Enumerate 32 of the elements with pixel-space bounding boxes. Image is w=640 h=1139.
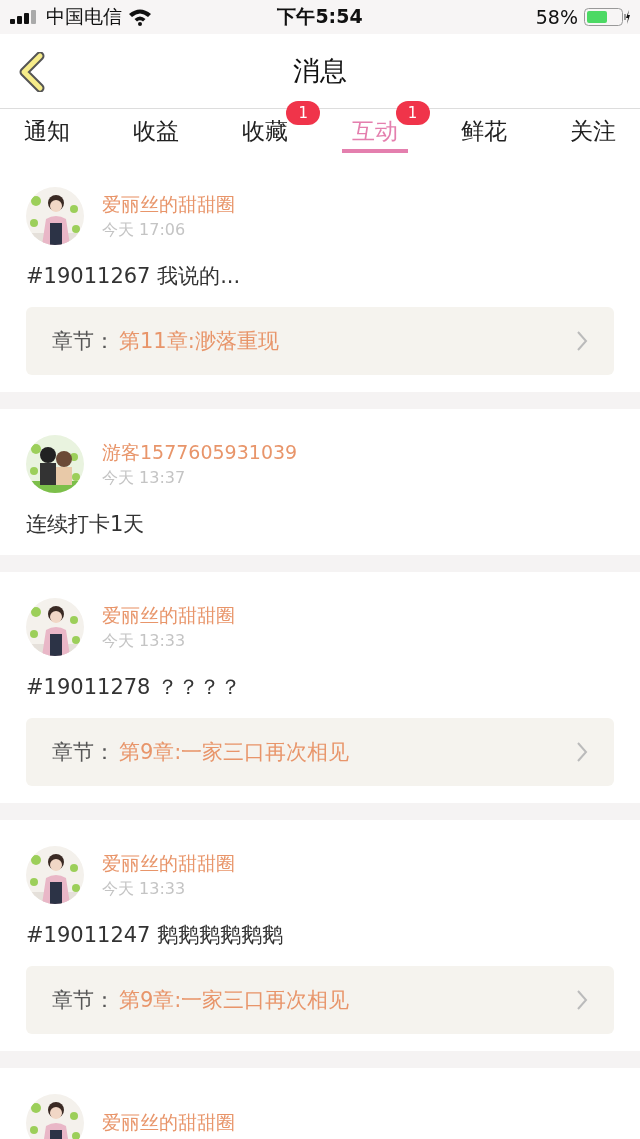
chevron-icon <box>576 330 588 352</box>
message-text: 连续打卡1天 <box>26 511 146 538</box>
message-time: 今天 17:06 <box>102 219 187 241</box>
page-title: 消息 <box>293 54 347 88</box>
chevron-icon <box>576 741 588 763</box>
message-time: 今天 13:33 <box>102 630 187 652</box>
chapter-title: 第9章:一家三口再次相见 <box>119 739 351 766</box>
tab[interactable]: 收益 <box>123 109 190 153</box>
battery-percent: 58% <box>535 6 578 28</box>
status-time: 下午5:54 <box>277 4 363 29</box>
chapter-label: 章节： <box>52 328 115 355</box>
tab[interactable]: 通知 <box>14 109 80 153</box>
carrier-name: 中国电信 <box>46 4 122 29</box>
count-badge: 1 <box>286 101 321 125</box>
tab[interactable]: 关注 <box>559 109 626 153</box>
chevron-icon <box>576 989 588 1011</box>
message-time: 今天 13:37 <box>102 467 187 489</box>
wifi-icon <box>128 8 152 26</box>
tab[interactable]: 鲜花 <box>450 109 517 153</box>
chapter-link[interactable]: 章节： 第11章:渺落重现 <box>26 307 614 375</box>
chapter-title: 第11章:渺落重现 <box>119 328 280 355</box>
chapter-title: 第9章:一家三口再次相见 <box>119 987 351 1014</box>
message-text: #19011278 ？？？？ <box>26 674 243 701</box>
message-time: 今天 13:33 <box>102 878 187 900</box>
count-badge: 1 <box>395 101 430 125</box>
message-text: #19011267 我说的... <box>26 263 242 290</box>
message-text: #19011247 鹅鹅鹅鹅鹅鹅 <box>26 922 285 949</box>
chapter-link[interactable]: 章节： 第9章:一家三口再次相见 <box>26 966 614 1034</box>
battery-icon <box>584 8 630 26</box>
chapter-label: 章节： <box>52 987 115 1014</box>
chapter-label: 章节： <box>52 739 115 766</box>
chapter-link[interactable]: 章节： 第9章:一家三口再次相见 <box>26 718 614 786</box>
